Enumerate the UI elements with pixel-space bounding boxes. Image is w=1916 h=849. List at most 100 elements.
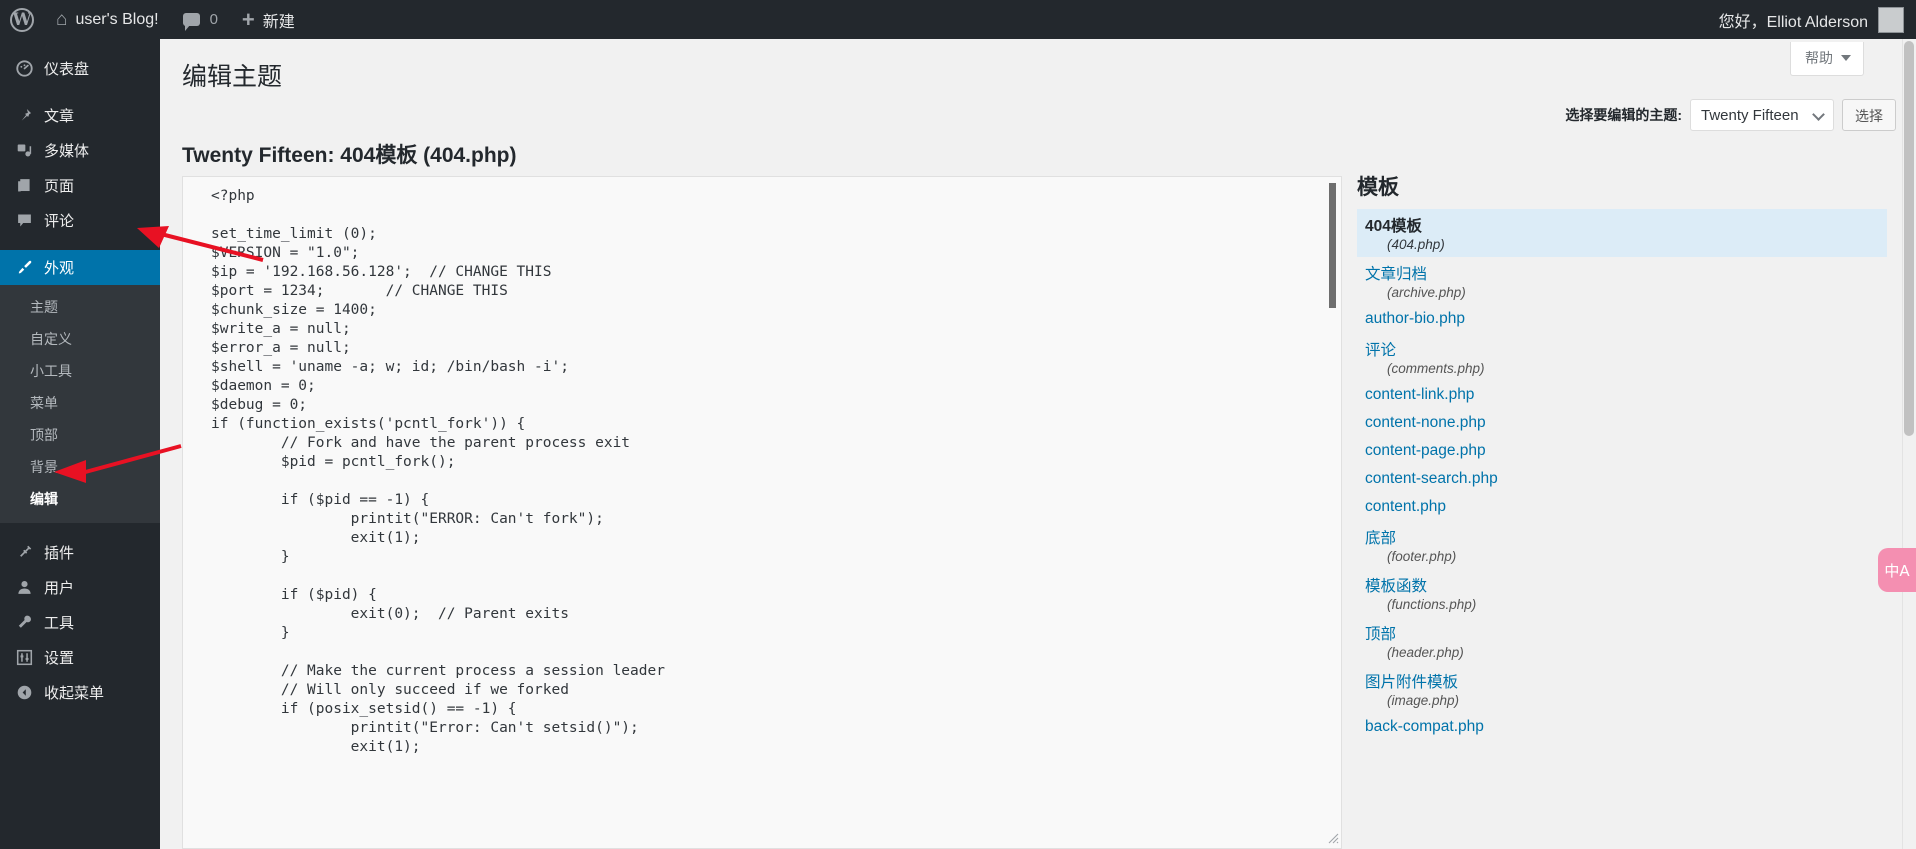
template-item-content-link[interactable]: content-link.php bbox=[1357, 381, 1887, 409]
new-content-menu[interactable]: + 新建 bbox=[230, 0, 307, 39]
page-scrollbar[interactable] bbox=[1902, 39, 1916, 849]
template-item-404[interactable]: 404模板 (404.php) bbox=[1357, 209, 1887, 257]
sidebar-item-label: 仪表盘 bbox=[44, 61, 90, 78]
template-item-header[interactable]: 顶部 (header.php) bbox=[1357, 617, 1887, 665]
sidebar-item-appearance[interactable]: 外观 bbox=[0, 250, 160, 285]
template-name: content.php bbox=[1365, 498, 1447, 515]
sidebar-item-settings[interactable]: 设置 bbox=[0, 640, 160, 675]
site-name-menu[interactable]: ⌂ user's Blog! bbox=[44, 0, 171, 39]
sidebar-item-label: 设置 bbox=[44, 650, 75, 667]
sidebar-item-posts[interactable]: 文章 bbox=[0, 98, 160, 133]
template-name: 评论 bbox=[1365, 342, 1397, 359]
templates-heading: 模板 bbox=[1357, 176, 1399, 199]
editor-scrollbar-thumb[interactable] bbox=[1329, 183, 1336, 308]
plus-icon: + bbox=[241, 6, 255, 32]
settings-icon bbox=[14, 649, 34, 666]
sidebar-item-collapse-menu[interactable]: 收起菜单 bbox=[0, 675, 160, 710]
template-name: author-bio.php bbox=[1365, 310, 1465, 327]
sidebar-item-users[interactable]: 用户 bbox=[0, 570, 160, 605]
home-icon: ⌂ bbox=[56, 9, 68, 30]
theme-select-wrapper[interactable]: Twenty Fifteen bbox=[1690, 99, 1834, 131]
sidebar-item-label: 收起菜单 bbox=[44, 685, 105, 702]
avatar bbox=[1878, 6, 1904, 33]
code-editor-textarea[interactable]: <?php set_time_limit (0); $VERSION = "1.… bbox=[183, 177, 1341, 848]
template-name: 模板函数 bbox=[1365, 578, 1428, 595]
theme-select[interactable]: Twenty Fifteen bbox=[1690, 99, 1834, 131]
plug-icon bbox=[14, 544, 34, 561]
page-icon bbox=[14, 177, 34, 194]
sidebar-item-label: 外观 bbox=[44, 260, 75, 277]
comment-icon bbox=[14, 212, 34, 229]
page-scrollbar-thumb[interactable] bbox=[1904, 41, 1914, 436]
sidebar-item-label: 评论 bbox=[44, 213, 75, 230]
admin-sidebar: 仪表盘 文章 多媒体 页面 评论 外观 主题 自定义 小工具 菜单 顶部 背景 … bbox=[0, 39, 160, 849]
submenu-item-menus[interactable]: 菜单 bbox=[0, 387, 160, 419]
template-filename: (comments.php) bbox=[1387, 361, 1485, 376]
sidebar-item-pages[interactable]: 页面 bbox=[0, 168, 160, 203]
template-name: 404模板 bbox=[1365, 218, 1422, 235]
comments-menu[interactable]: 0 bbox=[171, 0, 230, 39]
submenu-item-background[interactable]: 背景 bbox=[0, 451, 160, 483]
media-icon bbox=[14, 142, 34, 159]
site-name-label: user's Blog! bbox=[75, 10, 159, 28]
code-editor-container: <?php set_time_limit (0); $VERSION = "1.… bbox=[182, 176, 1342, 849]
template-filename: (footer.php) bbox=[1387, 549, 1457, 564]
template-item-content-search[interactable]: content-search.php bbox=[1357, 465, 1887, 493]
template-item-image[interactable]: 图片附件模板 (image.php) bbox=[1357, 665, 1887, 713]
translate-widget-button[interactable]: 中A bbox=[1878, 548, 1916, 592]
template-item-comments[interactable]: 评论 (comments.php) bbox=[1357, 333, 1887, 381]
sidebar-spacer-top bbox=[0, 39, 160, 51]
template-item-content[interactable]: content.php bbox=[1357, 493, 1887, 521]
help-toggle-button[interactable]: 帮助 bbox=[1790, 42, 1864, 76]
wrench-icon bbox=[14, 614, 34, 631]
template-item-content-page[interactable]: content-page.php bbox=[1357, 437, 1887, 465]
select-theme-button[interactable]: 选择 bbox=[1842, 99, 1896, 131]
template-item-archive[interactable]: 文章归档 (archive.php) bbox=[1357, 257, 1887, 305]
main-content: 帮助 编辑主题 选择要编辑的主题: Twenty Fifteen 选择 Twen… bbox=[160, 39, 1916, 849]
template-item-back-compat[interactable]: back-compat.php bbox=[1357, 713, 1887, 741]
submenu-item-widgets[interactable]: 小工具 bbox=[0, 355, 160, 387]
help-label: 帮助 bbox=[1805, 50, 1833, 66]
template-item-content-none[interactable]: content-none.php bbox=[1357, 409, 1887, 437]
template-filename: (archive.php) bbox=[1387, 285, 1466, 300]
pin-icon bbox=[14, 107, 34, 124]
sidebar-item-label: 多媒体 bbox=[44, 143, 90, 160]
sidebar-item-label: 页面 bbox=[44, 178, 75, 195]
template-item-footer[interactable]: 底部 (footer.php) bbox=[1357, 521, 1887, 569]
templates-panel: 模板 404模板 (404.php) 文章归档 (archive.php) au… bbox=[1357, 171, 1887, 849]
sidebar-item-dashboard[interactable]: 仪表盘 bbox=[0, 51, 160, 86]
wordpress-logo-menu[interactable]: W bbox=[0, 0, 44, 39]
appearance-submenu: 主题 自定义 小工具 菜单 顶部 背景 编辑 bbox=[0, 285, 160, 523]
submenu-item-editor[interactable]: 编辑 bbox=[0, 483, 160, 515]
theme-selector-row: 选择要编辑的主题: Twenty Fifteen 选择 bbox=[1565, 99, 1896, 131]
sidebar-item-label: 用户 bbox=[44, 580, 75, 597]
theme-selector-label: 选择要编辑的主题: bbox=[1565, 107, 1682, 123]
file-title: Twenty Fifteen: 404模板 (404.php) bbox=[182, 144, 517, 167]
editor-scrollbar[interactable] bbox=[1329, 179, 1339, 848]
comments-count: 0 bbox=[209, 11, 218, 28]
sidebar-item-comments[interactable]: 评论 bbox=[0, 203, 160, 238]
account-menu[interactable]: 您好，Elliot Alderson bbox=[1718, 6, 1916, 33]
template-filename: (header.php) bbox=[1387, 645, 1464, 660]
submenu-item-header[interactable]: 顶部 bbox=[0, 419, 160, 451]
sidebar-item-tools[interactable]: 工具 bbox=[0, 605, 160, 640]
editor-resize-handle[interactable] bbox=[1325, 832, 1339, 846]
admin-bar: W ⌂ user's Blog! 0 + 新建 您好，Elliot Alders… bbox=[0, 0, 1916, 39]
template-item-functions[interactable]: 模板函数 (functions.php) bbox=[1357, 569, 1887, 617]
submenu-item-themes[interactable]: 主题 bbox=[0, 291, 160, 323]
submenu-item-customize[interactable]: 自定义 bbox=[0, 323, 160, 355]
sidebar-item-plugins[interactable]: 插件 bbox=[0, 535, 160, 570]
page-title: 编辑主题 bbox=[182, 63, 283, 91]
template-name: content-none.php bbox=[1365, 414, 1486, 431]
template-name: content-search.php bbox=[1365, 470, 1498, 487]
sidebar-item-media[interactable]: 多媒体 bbox=[0, 133, 160, 168]
template-name: back-compat.php bbox=[1365, 718, 1484, 735]
chevron-down-icon bbox=[1841, 55, 1851, 61]
user-icon bbox=[14, 579, 34, 596]
template-item-author-bio[interactable]: author-bio.php bbox=[1357, 305, 1887, 333]
brush-icon bbox=[14, 259, 34, 276]
greeting-label: 您好，Elliot Alderson bbox=[1718, 13, 1868, 31]
